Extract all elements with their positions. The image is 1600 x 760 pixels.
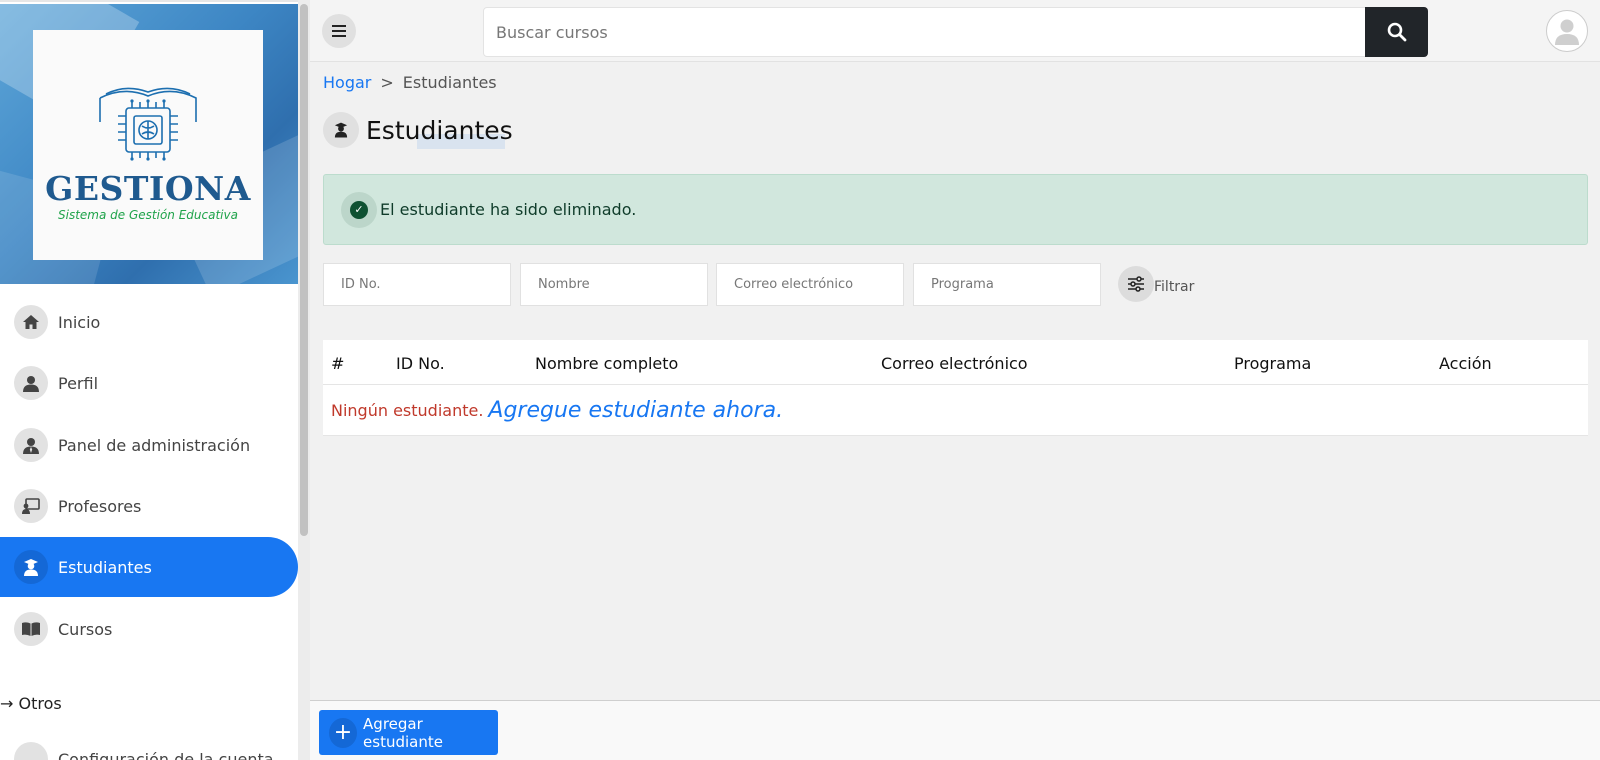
sidebar-item-label: Profesores bbox=[58, 496, 142, 516]
empty-state-message: Ningún estudiante. bbox=[331, 400, 484, 420]
column-header-number: # bbox=[331, 354, 345, 373]
breadcrumb: Hogar > Estudiantes bbox=[323, 73, 497, 92]
add-student-button-label: Agregar estudiante bbox=[363, 714, 443, 751]
hamburger-icon bbox=[332, 21, 346, 42]
sliders-icon bbox=[1118, 266, 1154, 302]
column-header-program: Programa bbox=[1234, 354, 1312, 373]
admin-user-icon bbox=[14, 428, 48, 462]
user-avatar-icon bbox=[1555, 19, 1579, 45]
filter-button-label: Filtrar bbox=[1154, 279, 1195, 295]
success-alert: ✓ El estudiante ha sido eliminado. bbox=[323, 174, 1588, 245]
brand-banner: GESTIONA Sistema de Gestión Educativa bbox=[0, 4, 298, 284]
filter-id-input[interactable] bbox=[323, 263, 511, 306]
filter-name-input[interactable] bbox=[520, 263, 708, 306]
sidebar-item-perfil[interactable]: Perfil bbox=[0, 353, 298, 413]
sidebar-item-estudiantes[interactable]: Estudiantes bbox=[0, 537, 298, 597]
sidebar-item-cursos[interactable]: Cursos bbox=[0, 599, 298, 659]
sidebar-item-label: Estudiantes bbox=[58, 557, 152, 577]
add-student-link[interactable]: Agregue estudiante ahora. bbox=[488, 398, 783, 423]
page-title: Estudiantes bbox=[366, 115, 513, 145]
student-icon bbox=[323, 112, 359, 148]
sidebar-scrollbar-thumb[interactable] bbox=[300, 4, 308, 536]
sidebar-item-configuracion[interactable]: Configuración de la cuenta bbox=[0, 742, 298, 760]
breadcrumb-separator: > bbox=[380, 73, 394, 92]
sidebar-item-panel-de-administracion[interactable]: Panel de administración bbox=[0, 415, 298, 475]
filter-button[interactable]: Filtrar bbox=[1118, 266, 1194, 302]
brand-name: GESTIONA bbox=[45, 169, 251, 208]
students-table: # ID No. Nombre completo Correo electrón… bbox=[323, 340, 1588, 436]
column-header-id: ID No. bbox=[396, 354, 445, 373]
table-header: # ID No. Nombre completo Correo electrón… bbox=[323, 340, 1588, 385]
sidebar-item-label: Inicio bbox=[58, 312, 101, 332]
sidebar-item-label: Configuración de la cuenta bbox=[58, 750, 274, 760]
sidebar-section-otros: → Otros bbox=[0, 694, 62, 713]
logo-card: GESTIONA Sistema de Gestión Educativa bbox=[33, 30, 263, 260]
breadcrumb-home-link[interactable]: Hogar bbox=[323, 73, 371, 92]
filter-email-input[interactable] bbox=[716, 263, 904, 306]
breadcrumb-current: Estudiantes bbox=[402, 73, 497, 92]
search-button[interactable] bbox=[1365, 7, 1428, 57]
bottom-action-bar bbox=[310, 700, 1600, 760]
sidebar-item-inicio[interactable]: Inicio bbox=[0, 292, 298, 352]
sidebar: GESTIONA Sistema de Gestión Educativa In… bbox=[0, 0, 298, 760]
gear-icon bbox=[14, 742, 48, 760]
search-icon bbox=[1387, 22, 1406, 42]
brain-chip-book-icon bbox=[99, 87, 197, 161]
add-student-button[interactable]: + Agregar estudiante bbox=[319, 710, 498, 755]
student-icon bbox=[14, 550, 48, 584]
filter-program-input[interactable] bbox=[913, 263, 1101, 306]
page-header: Estudiantes bbox=[323, 112, 513, 148]
avatar[interactable] bbox=[1546, 10, 1588, 52]
sidebar-item-label: Panel de administración bbox=[58, 435, 251, 455]
check-circle-icon: ✓ bbox=[341, 191, 377, 228]
column-header-full-name: Nombre completo bbox=[535, 354, 679, 373]
book-icon bbox=[14, 612, 48, 646]
search-input[interactable] bbox=[484, 8, 1364, 56]
column-header-email: Correo electrónico bbox=[881, 354, 1028, 373]
table-row: Ningún estudiante. Agregue estudiante ah… bbox=[323, 385, 1588, 436]
column-header-action: Acción bbox=[1439, 354, 1492, 373]
search-box bbox=[483, 7, 1427, 57]
sidebar-item-label: Cursos bbox=[58, 619, 113, 639]
alert-message: El estudiante ha sido eliminado. bbox=[380, 200, 637, 219]
sidebar-item-profesores[interactable]: Profesores bbox=[0, 476, 298, 536]
user-icon bbox=[14, 366, 48, 400]
home-icon bbox=[14, 305, 48, 339]
sidebar-item-label: Perfil bbox=[58, 373, 99, 393]
menu-toggle-button[interactable] bbox=[322, 14, 356, 48]
brand-tagline: Sistema de Gestión Educativa bbox=[58, 208, 238, 222]
teacher-board-icon bbox=[14, 489, 48, 523]
plus-icon: + bbox=[329, 717, 358, 748]
